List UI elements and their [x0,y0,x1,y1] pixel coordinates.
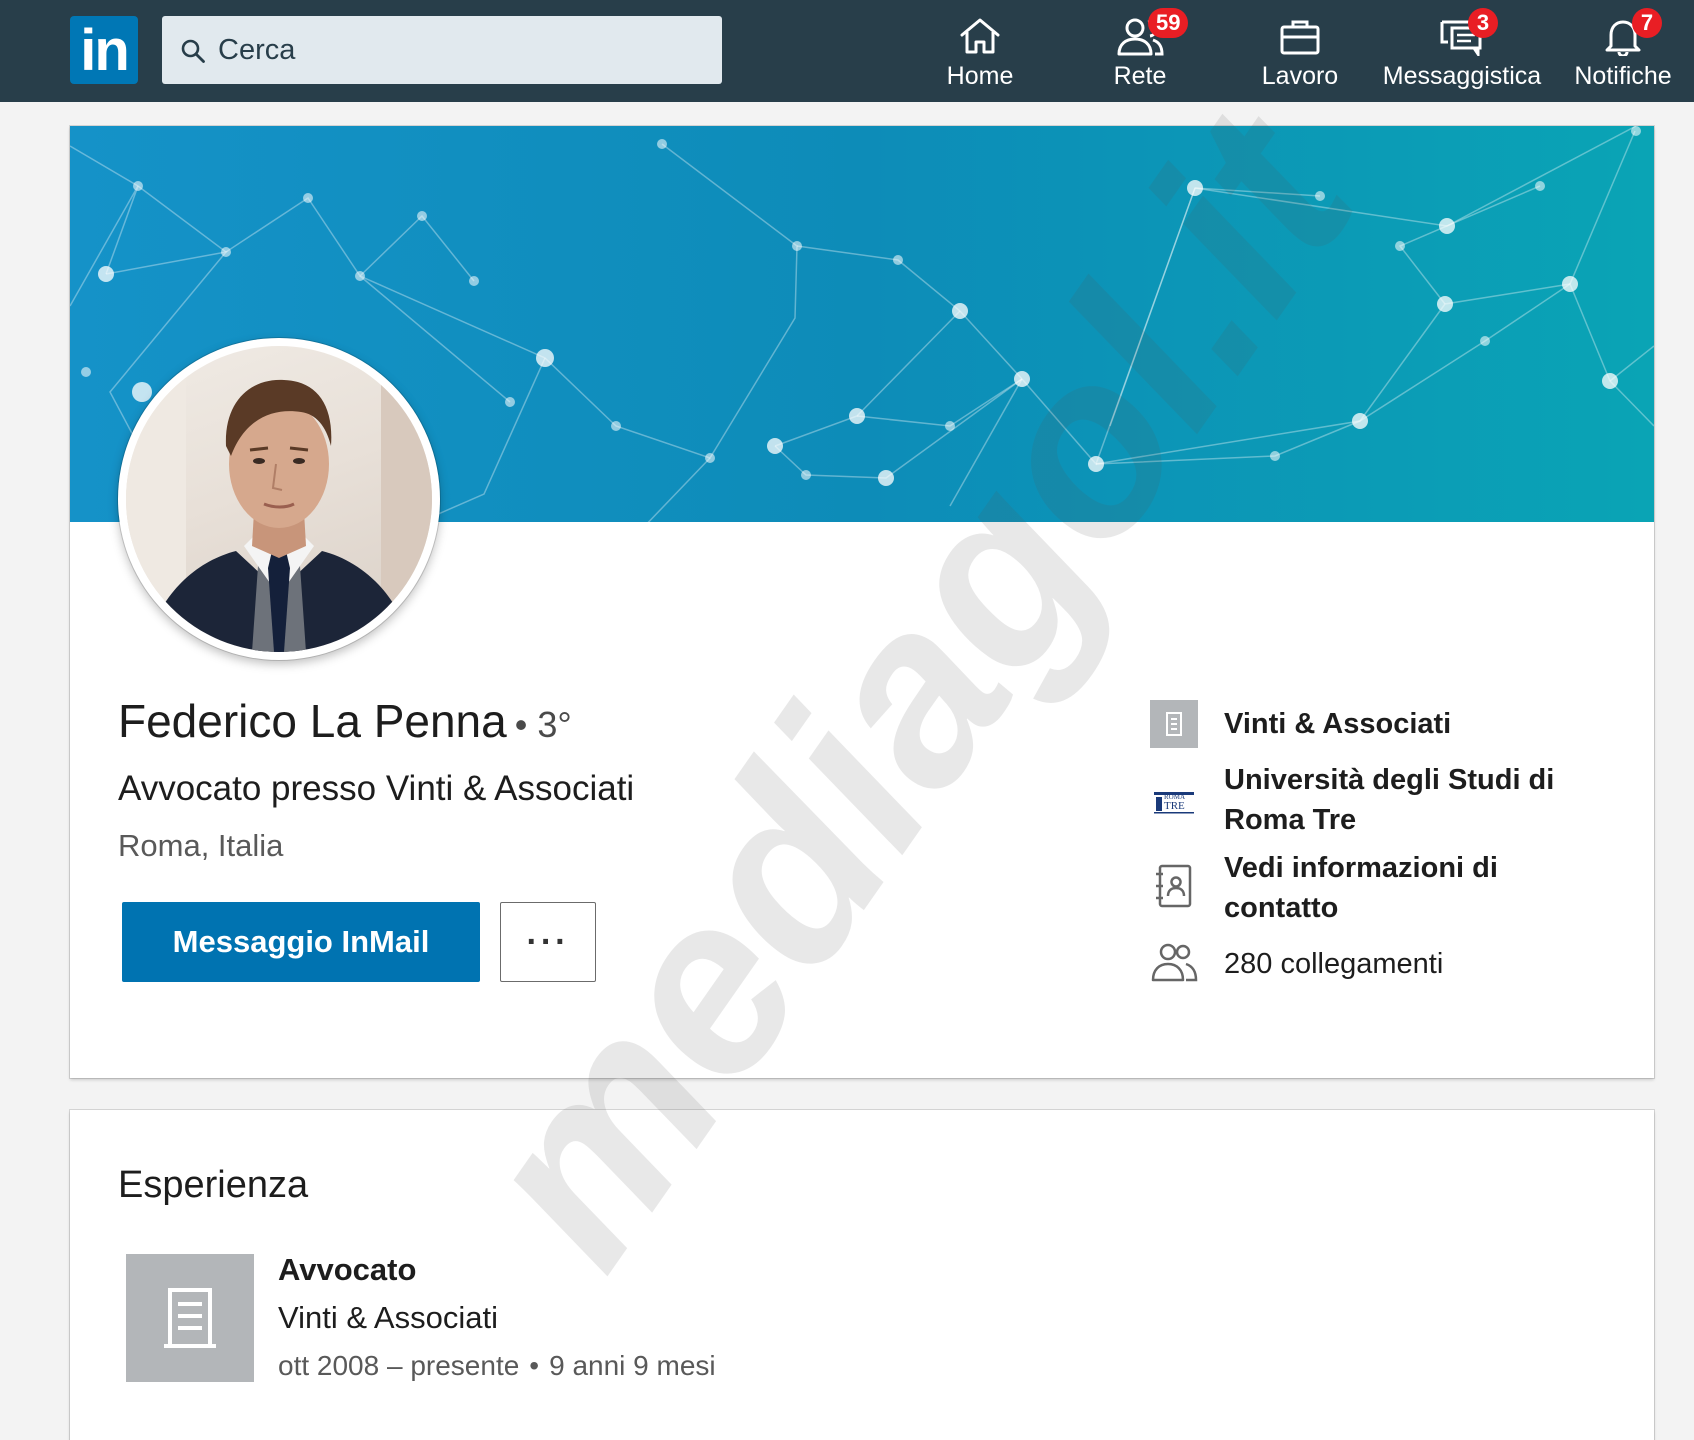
nav-messaging[interactable]: 3 Messaggistica [1380,0,1544,102]
profile-photo [126,346,432,652]
briefcase-icon [1280,20,1320,55]
nav-home[interactable]: Home [930,0,1030,102]
profile-location: Roma, Italia [118,828,284,863]
school-name: Università degli Studi di Roma Tre [1224,764,1555,836]
dot-separator: • [529,1350,540,1381]
company-name: Vinti & Associati [1224,708,1452,740]
nav-notifications[interactable]: 7 Notifiche [1568,0,1678,102]
home-icon [960,18,1000,54]
nav-home-label: Home [946,62,1014,90]
connections-link[interactable]: 280 collegamenti [1150,940,1610,990]
contact-card-icon [1156,864,1192,908]
nav-messaging-label: Messaggistica [1382,62,1542,90]
more-actions-button[interactable]: ··· [500,902,596,982]
experience-job-title[interactable]: Avvocato [278,1252,416,1288]
nav-network-label: Rete [1113,62,1167,90]
profile-headline: Avvocato presso Vinti & Associati [118,769,635,808]
svg-text:TRE: TRE [1164,800,1185,812]
experience-dates: ott 2008 – presente • 9 anni 9 mesi [278,1350,716,1382]
messaging-badge: 3 [1468,8,1498,38]
contact-info-text: Vedi informazioni di contatto [1224,852,1498,924]
experience-company-logo[interactable] [126,1254,254,1382]
nav-notifications-label: Notifiche [1574,62,1672,90]
nav-jobs[interactable]: Lavoro [1250,0,1350,102]
nav-network[interactable]: 59 Rete [1090,0,1190,102]
connection-degree: • 3° [514,704,572,745]
company-logo-icon [1150,700,1198,748]
experience-duration: 9 anni 9 mesi [549,1350,716,1381]
current-company-link[interactable]: Vinti & Associati [1150,700,1610,750]
profile-card: Federico La Penna • 3° Avvocato presso Vi… [70,126,1654,1078]
experience-date-range: ott 2008 – presente [278,1350,520,1381]
contact-info-link[interactable]: Vedi informazioni di contatto [1150,848,1610,932]
profile-avatar[interactable] [118,338,440,660]
search-box[interactable] [162,16,722,84]
network-badge: 59 [1148,8,1189,38]
profile-name: Federico La Penna • 3° [118,694,572,748]
building-icon [164,1288,216,1348]
search-icon [181,39,205,63]
notifications-badge: 7 [1632,8,1662,38]
experience-section-title: Esperienza [118,1164,309,1206]
connections-count: 280 collegamenti [1224,948,1444,980]
search-input[interactable] [218,16,708,84]
nav-jobs-label: Lavoro [1261,62,1339,90]
experience-company-name: Vinti & Associati [278,1300,498,1335]
profile-name-text: Federico La Penna [118,695,507,747]
linkedin-logo[interactable]: in [70,16,138,84]
connections-icon [1151,943,1198,982]
top-navbar: in Home 59 Rete Lavoro [0,0,1694,102]
inmail-button[interactable]: Messaggio InMail [122,902,480,982]
school-logo-icon: ROMA TRE [1150,778,1198,826]
experience-card: Esperienza Avvocato Vinti & Associati ot… [70,1110,1654,1440]
school-link[interactable]: ROMA TRE Università degli Studi di Roma … [1150,760,1610,844]
